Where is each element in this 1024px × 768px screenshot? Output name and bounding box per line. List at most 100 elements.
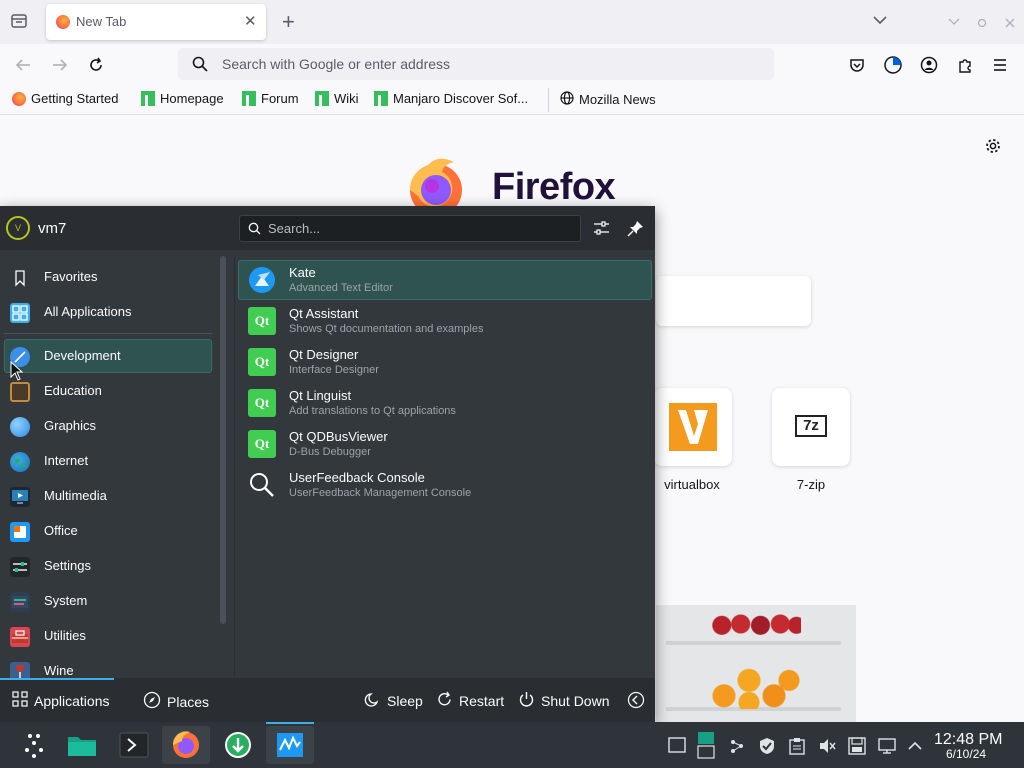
pager-icon[interactable] <box>697 731 715 763</box>
bookmark-manjaro-discover[interactable]: Manjaro Discover Sof... <box>374 91 528 106</box>
category-divider <box>4 333 212 334</box>
category-education[interactable]: Education <box>4 374 212 408</box>
page-search-box[interactable] <box>656 276 811 326</box>
bookmark-label: Homepage <box>160 91 224 106</box>
bookmark-wiki[interactable]: Wiki <box>315 91 359 106</box>
category-label: System <box>44 593 88 608</box>
taskbar-firefox[interactable] <box>162 726 210 764</box>
close-window-icon[interactable] <box>1005 16 1015 31</box>
app-qt-linguist[interactable]: Qt Qt Linguist Add translations to Qt ap… <box>238 383 652 423</box>
magnifier-icon <box>248 471 276 499</box>
manjaro-icon <box>315 91 329 106</box>
extensions-icon[interactable] <box>956 56 974 77</box>
bookmark-getting-started[interactable]: Getting Started <box>12 91 118 106</box>
category-favorites[interactable]: Favorites <box>4 260 212 294</box>
back-icon[interactable] <box>14 56 32 77</box>
clipboard-icon[interactable] <box>789 737 805 759</box>
restart-icon <box>436 691 453 711</box>
bookmark-label: Mozilla News <box>579 92 656 107</box>
tab-places[interactable]: Places <box>143 691 209 712</box>
category-system[interactable]: System <box>4 584 212 618</box>
application-launcher: V vm7 Search... Favorites All Applicatio… <box>0 206 655 722</box>
terminal-icon <box>119 732 149 758</box>
virtualbox-logo-icon <box>669 403 717 451</box>
taskbar-dolphin[interactable] <box>62 726 102 764</box>
list-tabs-chevron-icon[interactable] <box>872 12 888 31</box>
shutdown-button[interactable]: Shut Down <box>518 691 609 711</box>
oranges-image <box>704 665 804 709</box>
clock-date[interactable]: 6/10/24 <box>946 747 986 761</box>
category-office[interactable]: Office <box>4 514 212 548</box>
sleep-button[interactable]: Sleep <box>364 691 423 711</box>
minimize-icon[interactable] <box>948 15 960 30</box>
category-label: Office <box>44 523 78 538</box>
category-scrollbar[interactable] <box>220 256 226 624</box>
category-label: Settings <box>44 558 91 573</box>
page-settings-gear-icon[interactable] <box>984 137 1002 158</box>
folder-icon <box>68 737 96 756</box>
download-icon <box>225 732 251 758</box>
app-qt-qdbusviewer[interactable]: Qt Qt QDBusViewer D-Bus Debugger <box>238 424 652 464</box>
bookmark-mozilla-news[interactable]: Mozilla News <box>560 91 656 108</box>
disks-icon[interactable] <box>848 737 866 759</box>
pin-icon[interactable] <box>627 220 644 240</box>
taskbar-system-monitor[interactable] <box>266 726 314 764</box>
taskbar-konsole[interactable] <box>114 726 154 764</box>
close-tab-icon[interactable]: ✕ <box>244 12 257 30</box>
education-icon <box>10 382 30 402</box>
category-graphics[interactable]: Graphics <box>4 409 212 443</box>
firefox-wordmark: Firefox <box>492 166 616 208</box>
category-utilities[interactable]: Utilities <box>4 619 212 653</box>
app-userfeedback-console[interactable]: UserFeedback Console UserFeedback Manage… <box>238 465 652 505</box>
category-internet[interactable]: Internet <box>4 444 212 478</box>
restart-button[interactable]: Restart <box>436 691 504 711</box>
tab-applications[interactable]: Applications <box>12 691 110 710</box>
bookmark-forum[interactable]: Forum <box>242 91 299 106</box>
apples-image <box>711 611 801 637</box>
app-qt-assistant[interactable]: Qt Qt Assistant Shows Qt documentation a… <box>238 301 652 341</box>
story-thumbnail-image[interactable] <box>656 605 856 723</box>
pocket-icon[interactable] <box>848 56 866 77</box>
category-development[interactable]: Development <box>4 339 212 373</box>
configure-sliders-icon[interactable] <box>593 220 610 240</box>
more-actions-chevron-icon[interactable] <box>627 691 645 712</box>
tab-label: Places <box>167 693 210 710</box>
shortcut-7zip-tile[interactable]: 7z <box>772 388 850 466</box>
applications-grid-icon <box>12 691 28 710</box>
app-name: Qt QDBusViewer <box>289 429 388 444</box>
kde-connect-icon[interactable] <box>728 737 746 759</box>
graphics-icon <box>10 417 30 437</box>
app-name: Qt Assistant <box>289 306 359 321</box>
category-all-applications[interactable]: All Applications <box>4 295 212 329</box>
category-settings[interactable]: Settings <box>4 549 212 583</box>
app-kate[interactable]: Kate Advanced Text Editor <box>238 260 652 300</box>
network-wired-icon[interactable] <box>878 737 896 759</box>
column-divider <box>234 256 235 676</box>
category-label: Graphics <box>44 418 97 433</box>
search-icon <box>192 56 208 75</box>
reload-icon[interactable] <box>87 56 105 77</box>
new-tab-button[interactable]: + <box>282 9 295 35</box>
security-shield-icon[interactable] <box>758 737 776 759</box>
account-icon[interactable] <box>920 56 938 77</box>
tray-expand-chevron-icon[interactable] <box>906 737 924 759</box>
tab-new-tab[interactable]: New Tab ✕ <box>46 4 266 40</box>
volume-muted-icon[interactable] <box>818 737 836 759</box>
menu-icon[interactable] <box>992 57 1008 76</box>
bookmark-homepage[interactable]: Homepage <box>141 91 224 106</box>
launcher-search-input[interactable]: Search... <box>239 215 581 242</box>
forward-icon[interactable] <box>51 56 69 77</box>
show-desktop-icon[interactable] <box>668 737 686 757</box>
maximize-icon[interactable] <box>977 16 987 31</box>
sync-icon[interactable] <box>883 55 903 78</box>
url-bar[interactable]: Search with Google or enter address <box>178 48 774 80</box>
category-wine[interactable]: Wine <box>4 654 212 678</box>
shortcut-virtualbox-tile[interactable] <box>654 388 732 466</box>
app-qt-designer[interactable]: Qt Qt Designer Interface Designer <box>238 342 652 382</box>
multimedia-icon <box>10 487 30 507</box>
tab-overview-icon[interactable] <box>10 12 28 30</box>
user-avatar[interactable]: V <box>6 216 30 240</box>
category-multimedia[interactable]: Multimedia <box>4 479 212 513</box>
kickoff-launcher-button[interactable] <box>14 726 54 764</box>
taskbar-software-updater[interactable] <box>216 726 256 764</box>
